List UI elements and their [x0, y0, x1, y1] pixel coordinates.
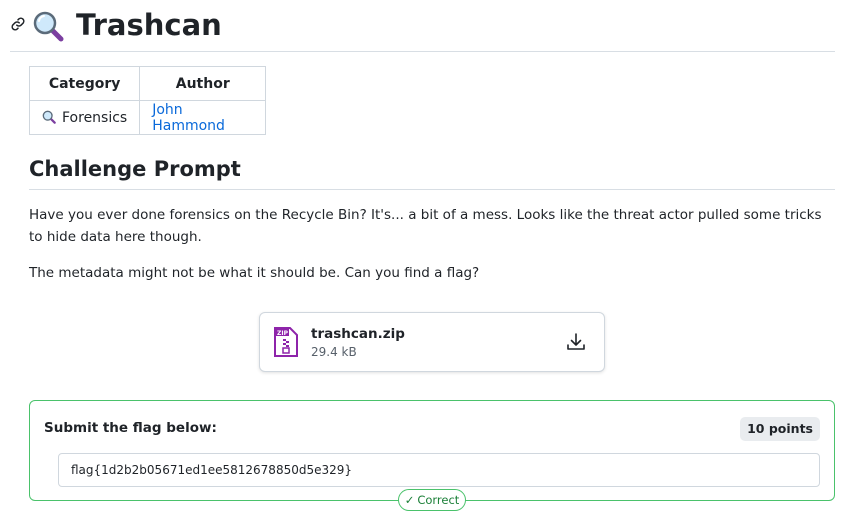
category-header: Category	[28, 66, 141, 101]
zip-file-icon: ZIP	[274, 327, 298, 357]
magnifying-glass-icon	[42, 110, 56, 124]
flag-input[interactable]	[58, 453, 820, 487]
correct-status-badge: ✓ Correct	[398, 489, 466, 511]
attachment-card[interactable]: ZIP trashcan.zip 29.4 kB	[259, 312, 605, 372]
challenge-prompt-heading: Challenge Prompt	[29, 154, 835, 190]
checkmark-icon: ✓	[404, 493, 415, 507]
category-value: Forensics	[62, 109, 128, 126]
author-link[interactable]: John Hammond	[152, 102, 225, 134]
prompt-paragraph: The metadata might not be what it should…	[29, 265, 480, 281]
attachment-size: 29.4 kB	[311, 345, 357, 359]
magnifying-glass-icon	[33, 11, 64, 42]
link-icon[interactable]	[10, 16, 26, 32]
flag-label: Submit the flag below:	[44, 420, 217, 436]
flag-submission-box: Submit the flag below: 10 points	[29, 400, 835, 501]
points-badge: 10 points	[740, 417, 820, 441]
challenge-meta-table: Category Author Forensics John Hammond	[28, 66, 267, 135]
status-text: Correct	[417, 493, 460, 507]
author-cell: John Hammond	[139, 100, 267, 135]
page-title: Trashcan	[76, 8, 222, 42]
category-cell: Forensics	[28, 100, 141, 135]
prompt-paragraph: Have you ever done forensics on the Recy…	[29, 207, 822, 245]
title-row: Trashcan	[10, 6, 835, 52]
author-header: Author	[139, 66, 267, 101]
svg-text:ZIP: ZIP	[277, 330, 289, 337]
download-icon[interactable]	[566, 332, 586, 352]
attachment-name: trashcan.zip	[311, 326, 405, 342]
